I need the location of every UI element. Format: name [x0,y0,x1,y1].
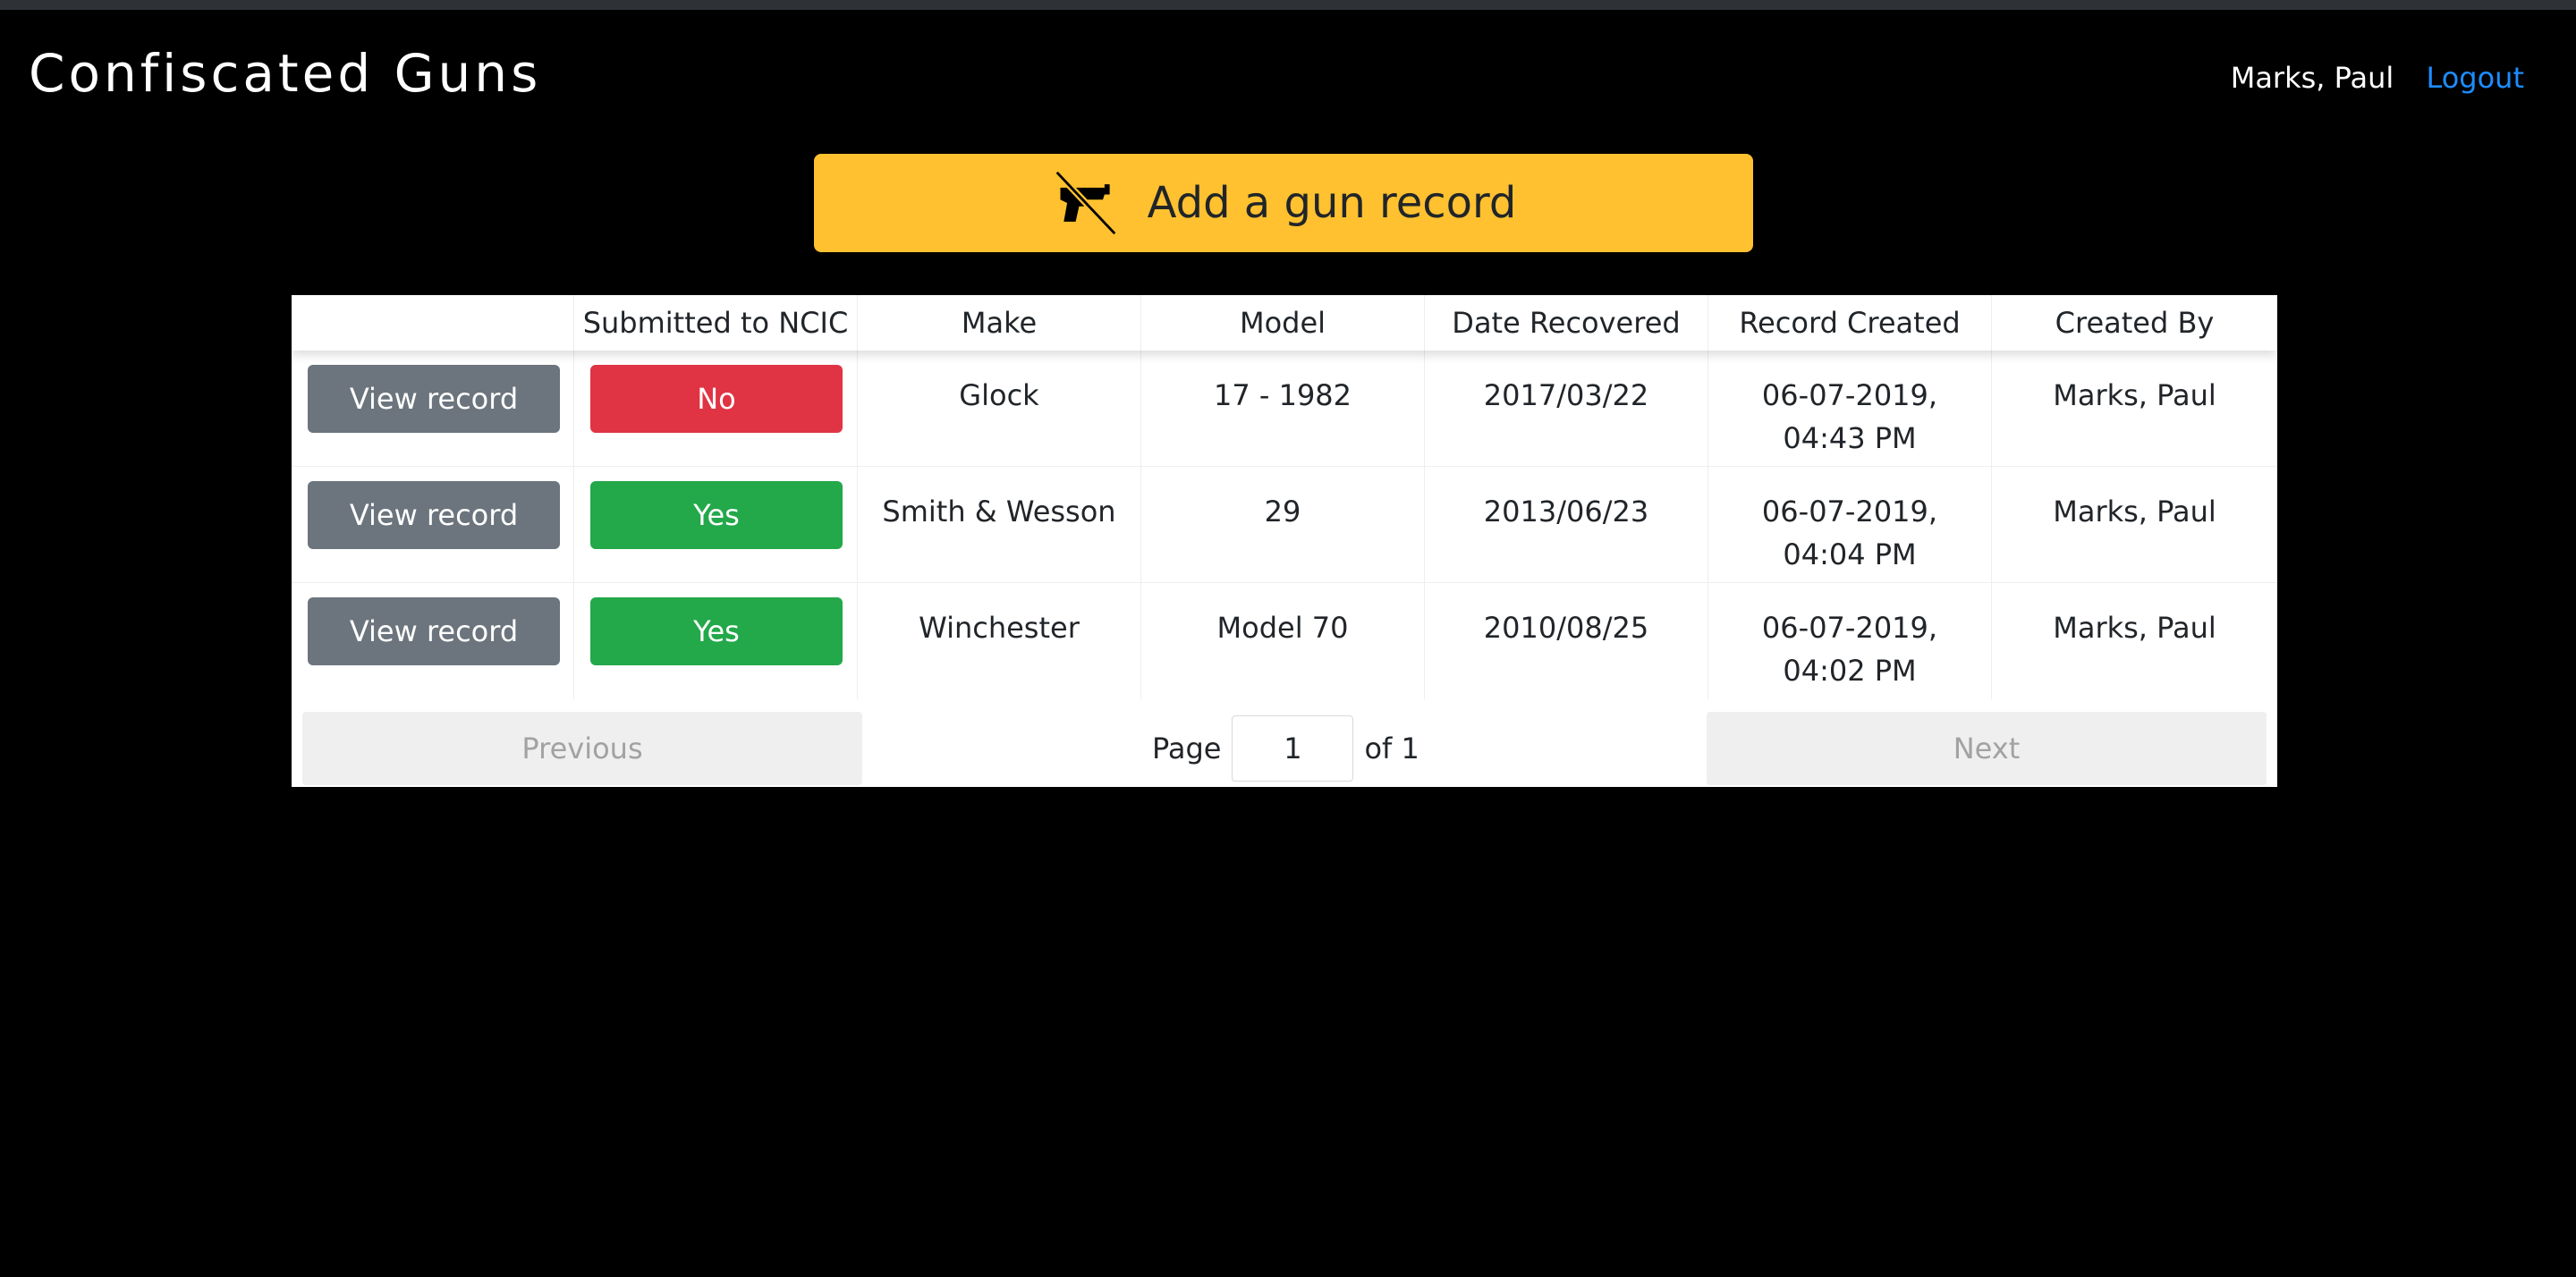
add-gun-record-button[interactable]: Add a gun record [814,154,1753,252]
table-header: Submitted to NCIC Make Model Date Recove… [292,295,2277,351]
ncic-status-button[interactable]: Yes [590,597,843,665]
header-date-recovered[interactable]: Date Recovered [1425,295,1708,351]
ncic-status-button[interactable]: Yes [590,481,843,549]
table-row: View record Yes Smith & Wesson 29 2013/0… [292,467,2277,583]
model-cell: 29 [1141,467,1425,583]
next-button[interactable]: Next [1707,712,2267,785]
record-created-cell: 06-07-2019, 04:43 PM [1708,351,1992,467]
page-number-input[interactable] [1232,715,1354,782]
view-record-button[interactable]: View record [308,365,560,433]
created-by-cell: Marks, Paul [2053,495,2216,529]
page-label: Page [1152,732,1222,765]
header-ncic[interactable]: Submitted to NCIC [574,295,858,351]
header-actions [292,295,574,351]
table-row: View record Yes Winchester Model 70 2010… [292,583,2277,699]
record-created-cell: 06-07-2019, 04:02 PM [1708,583,1992,699]
previous-button[interactable]: Previous [302,712,862,785]
make-cell: Glock [858,351,1141,467]
date-recovered-cell: 2010/08/25 [1425,583,1708,699]
user-name: Marks, Paul [2230,61,2394,95]
actions-cell: View record [292,583,574,699]
date-recovered-cell: 2013/06/23 [1425,467,1708,583]
page-total-label: of 1 [1364,732,1419,765]
actions-cell: View record [292,467,574,583]
view-record-button[interactable]: View record [308,481,560,549]
created-by-cell: Marks, Paul [2053,611,2216,645]
page-info: Page of 1 [1152,712,1419,785]
make-cell: Winchester [858,583,1141,699]
record-created-cell: 06-07-2019, 04:04 PM [1708,467,1992,583]
header-record-created[interactable]: Record Created [1708,295,1992,351]
make-cell: Smith & Wesson [858,467,1141,583]
actions-cell: View record [292,351,574,467]
header-created-by[interactable]: Created By [1992,295,2277,351]
pagination: Previous Page of 1 Next [292,703,2277,787]
app-title: Confiscated Guns [29,43,542,104]
logout-link[interactable]: Logout [2426,61,2524,95]
model-cell: 17 - 1982 [1141,351,1425,467]
no-gun-icon [1054,170,1117,236]
model-cell: Model 70 [1141,583,1425,699]
ncic-status-button[interactable]: No [590,365,843,433]
window-top-strip [0,0,2576,10]
user-area: Marks, Paul Logout [2231,61,2524,95]
view-record-button[interactable]: View record [308,597,560,665]
header-make[interactable]: Make [858,295,1141,351]
header-model[interactable]: Model [1141,295,1425,351]
created-by-cell: Marks, Paul [2053,378,2216,412]
table-row: View record No Glock 17 - 1982 2017/03/2… [292,351,2277,467]
add-gun-record-label: Add a gun record [1147,178,1517,228]
date-recovered-cell: 2017/03/22 [1425,351,1708,467]
gun-records-table: Submitted to NCIC Make Model Date Recove… [292,295,2277,787]
